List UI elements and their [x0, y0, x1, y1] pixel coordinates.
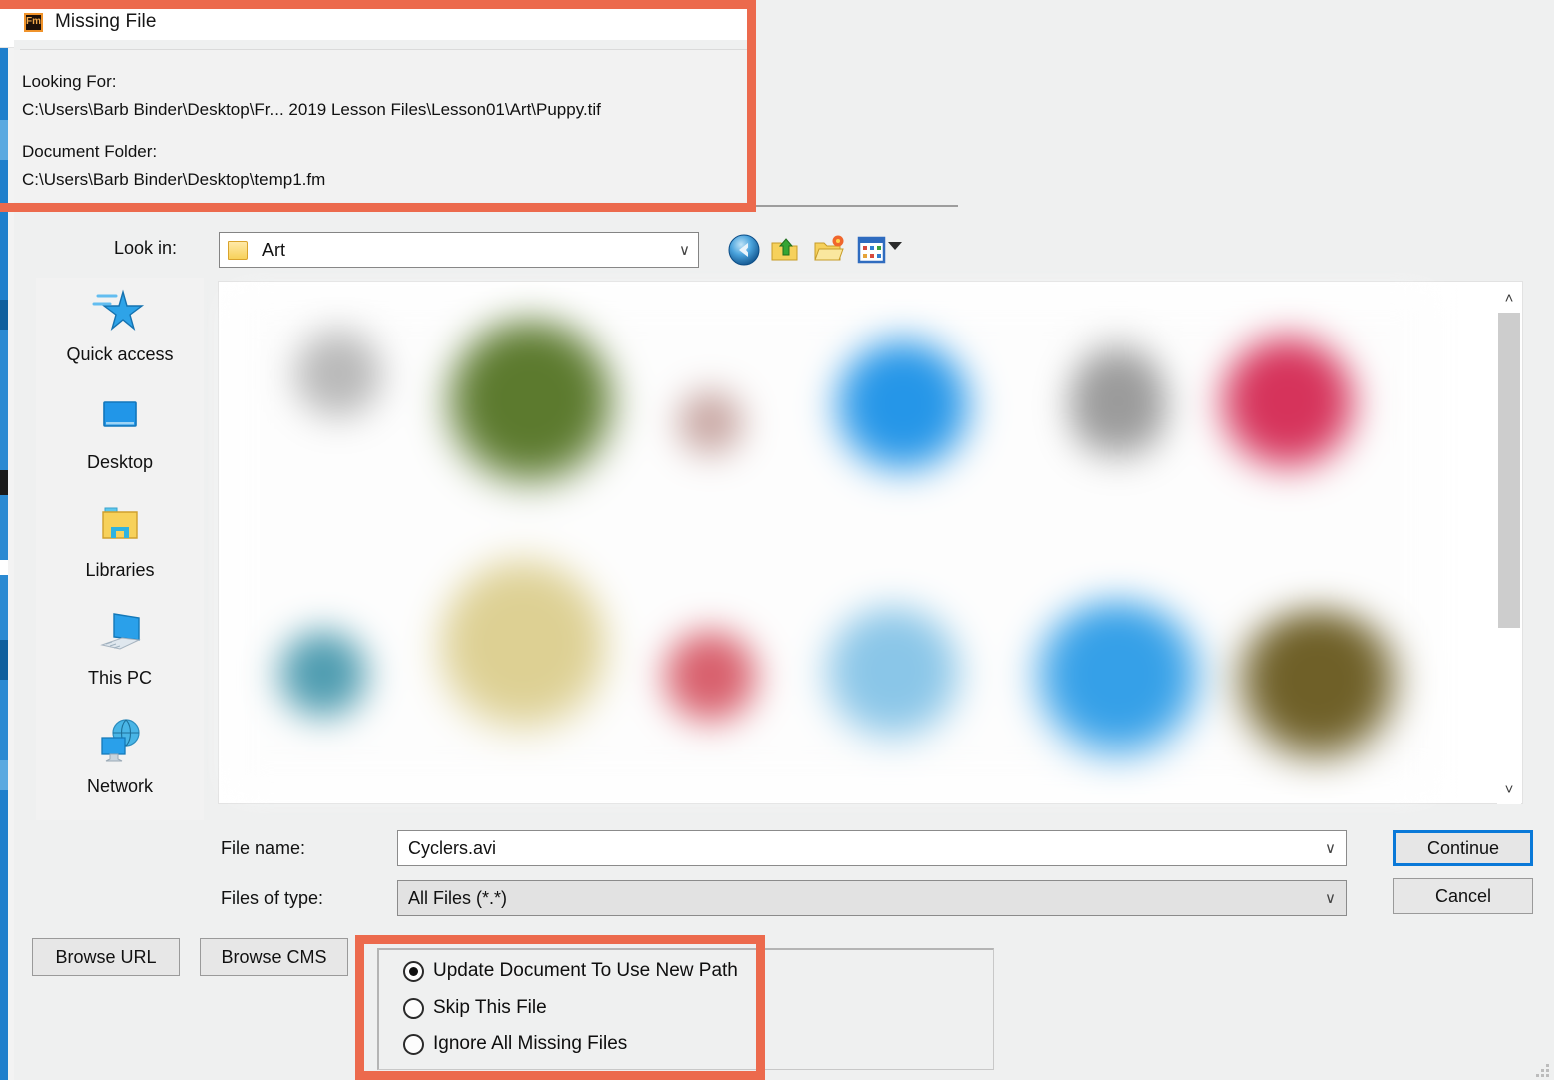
sidebar-item-libraries[interactable]: Libraries	[36, 494, 204, 602]
file-list-view[interactable]: ˄ ˅	[218, 281, 1523, 804]
radio-label: Ignore All Missing Files	[433, 1033, 628, 1054]
thumbnail-item[interactable]	[1223, 608, 1413, 768]
thumbnail-item[interactable]	[828, 336, 978, 486]
file-list-scrollbar[interactable]: ˄ ˅	[1497, 283, 1521, 804]
look-in-combobox[interactable]: Art ∨	[219, 232, 699, 268]
thumbnail-item[interactable]	[438, 316, 623, 501]
thumbnail-item[interactable]	[433, 553, 613, 753]
radio-skip-this-file[interactable]: Skip This File	[403, 997, 547, 1019]
sidebar-item-label: Network	[86, 776, 153, 796]
cancel-button[interactable]: Cancel	[1393, 878, 1533, 914]
browse-url-button[interactable]: Browse URL	[32, 938, 180, 976]
radio-update-document[interactable]: Update Document To Use New Path	[403, 960, 738, 982]
screenshot-root: ✕ Fm Missing File Looking For: C:\Users\…	[0, 0, 1554, 1080]
radio-label: Update Document To Use New Path	[433, 960, 738, 981]
scrollbar-thumb[interactable]	[1498, 313, 1520, 628]
chevron-down-icon: ∨	[679, 242, 690, 259]
missing-file-options-group: Update Document To Use New Path Skip Thi…	[377, 948, 994, 1070]
radio-indicator[interactable]	[403, 960, 424, 982]
resize-grip[interactable]	[1536, 1064, 1550, 1078]
looking-for-label: Looking For:	[22, 72, 117, 91]
sidebar-item-label: Desktop	[86, 452, 154, 472]
missing-file-message: Looking For: C:\Users\Barb Binder\Deskto…	[14, 50, 754, 202]
file-name-input[interactable]: Cyclers.avi ∨	[397, 830, 1347, 866]
thumbnail-item[interactable]	[673, 388, 748, 463]
radio-indicator[interactable]	[403, 997, 424, 1019]
this-pc-computer-icon	[92, 608, 148, 662]
sidebar-item-network[interactable]: Network	[36, 710, 204, 818]
dialog-titlebar: Fm Missing File	[14, 4, 754, 40]
thumbnail-item[interactable]	[1023, 598, 1213, 768]
dialog-title: Missing File	[55, 11, 157, 32]
scroll-down-arrow-icon[interactable]: ˅	[1497, 778, 1521, 800]
missing-file-dialog: Fm Missing File Looking For: C:\Users\Ba…	[14, 0, 1554, 1080]
places-bar: Quick access Desktop Libraries This PC N…	[36, 278, 204, 820]
message-panel-rule	[36, 205, 958, 207]
thumbnail-item[interactable]	[288, 328, 388, 428]
continue-button[interactable]: Continue	[1393, 830, 1533, 866]
radio-indicator[interactable]	[403, 1033, 424, 1055]
browse-cms-button[interactable]: Browse CMS	[200, 938, 348, 976]
files-of-type-select[interactable]: All Files (*.*) ∨	[397, 880, 1347, 916]
network-globe-icon	[92, 716, 148, 770]
thumbnail-item[interactable]	[1068, 338, 1168, 478]
files-of-type-value: All Files (*.*)	[408, 887, 508, 908]
sidebar-item-quick-access[interactable]: Quick access	[36, 278, 204, 386]
document-folder-label: Document Folder:	[22, 142, 158, 161]
libraries-folder-icon	[92, 500, 148, 554]
chevron-down-icon[interactable]	[888, 242, 902, 250]
radio-label: Skip This File	[433, 997, 547, 1018]
chevron-down-icon[interactable]: ∨	[1325, 839, 1336, 857]
look-in-value: Art	[262, 239, 286, 260]
sidebar-item-label: Libraries	[85, 560, 155, 580]
document-folder-path: C:\Users\Barb Binder\Desktop\temp1.fm	[22, 170, 326, 189]
files-of-type-label: Files of type:	[221, 888, 324, 908]
thumbnail-item[interactable]	[273, 628, 373, 728]
thumbnail-item[interactable]	[1213, 333, 1363, 483]
quick-access-star-icon	[92, 284, 148, 338]
thumbnail-item[interactable]	[818, 603, 968, 753]
file-name-label: File name:	[221, 838, 306, 858]
thumbnail-item[interactable]	[658, 628, 763, 733]
chevron-down-icon[interactable]: ∨	[1325, 889, 1336, 907]
radio-ignore-all-missing[interactable]: Ignore All Missing Files	[403, 1033, 627, 1055]
sidebar-item-this-pc[interactable]: This PC	[36, 602, 204, 710]
desktop-monitor-icon	[92, 392, 148, 446]
look-in-label: Look in:	[114, 238, 178, 258]
file-name-value: Cyclers.avi	[408, 837, 497, 858]
sidebar-item-desktop[interactable]: Desktop	[36, 386, 204, 494]
file-thumbnails	[233, 298, 1431, 788]
folder-icon	[228, 240, 250, 260]
framemaker-app-icon: Fm	[24, 12, 43, 32]
sidebar-item-label: This PC	[87, 668, 152, 688]
sidebar-item-label: Quick access	[66, 344, 174, 364]
looking-for-path: C:\Users\Barb Binder\Desktop\Fr... 2019 …	[22, 100, 601, 119]
scroll-up-arrow-icon[interactable]: ˄	[1497, 287, 1521, 309]
up-one-level-icon[interactable]	[769, 233, 803, 267]
new-folder-icon[interactable]	[812, 233, 846, 267]
change-view-icon[interactable]	[855, 233, 889, 267]
back-arrow-icon[interactable]	[727, 233, 761, 267]
